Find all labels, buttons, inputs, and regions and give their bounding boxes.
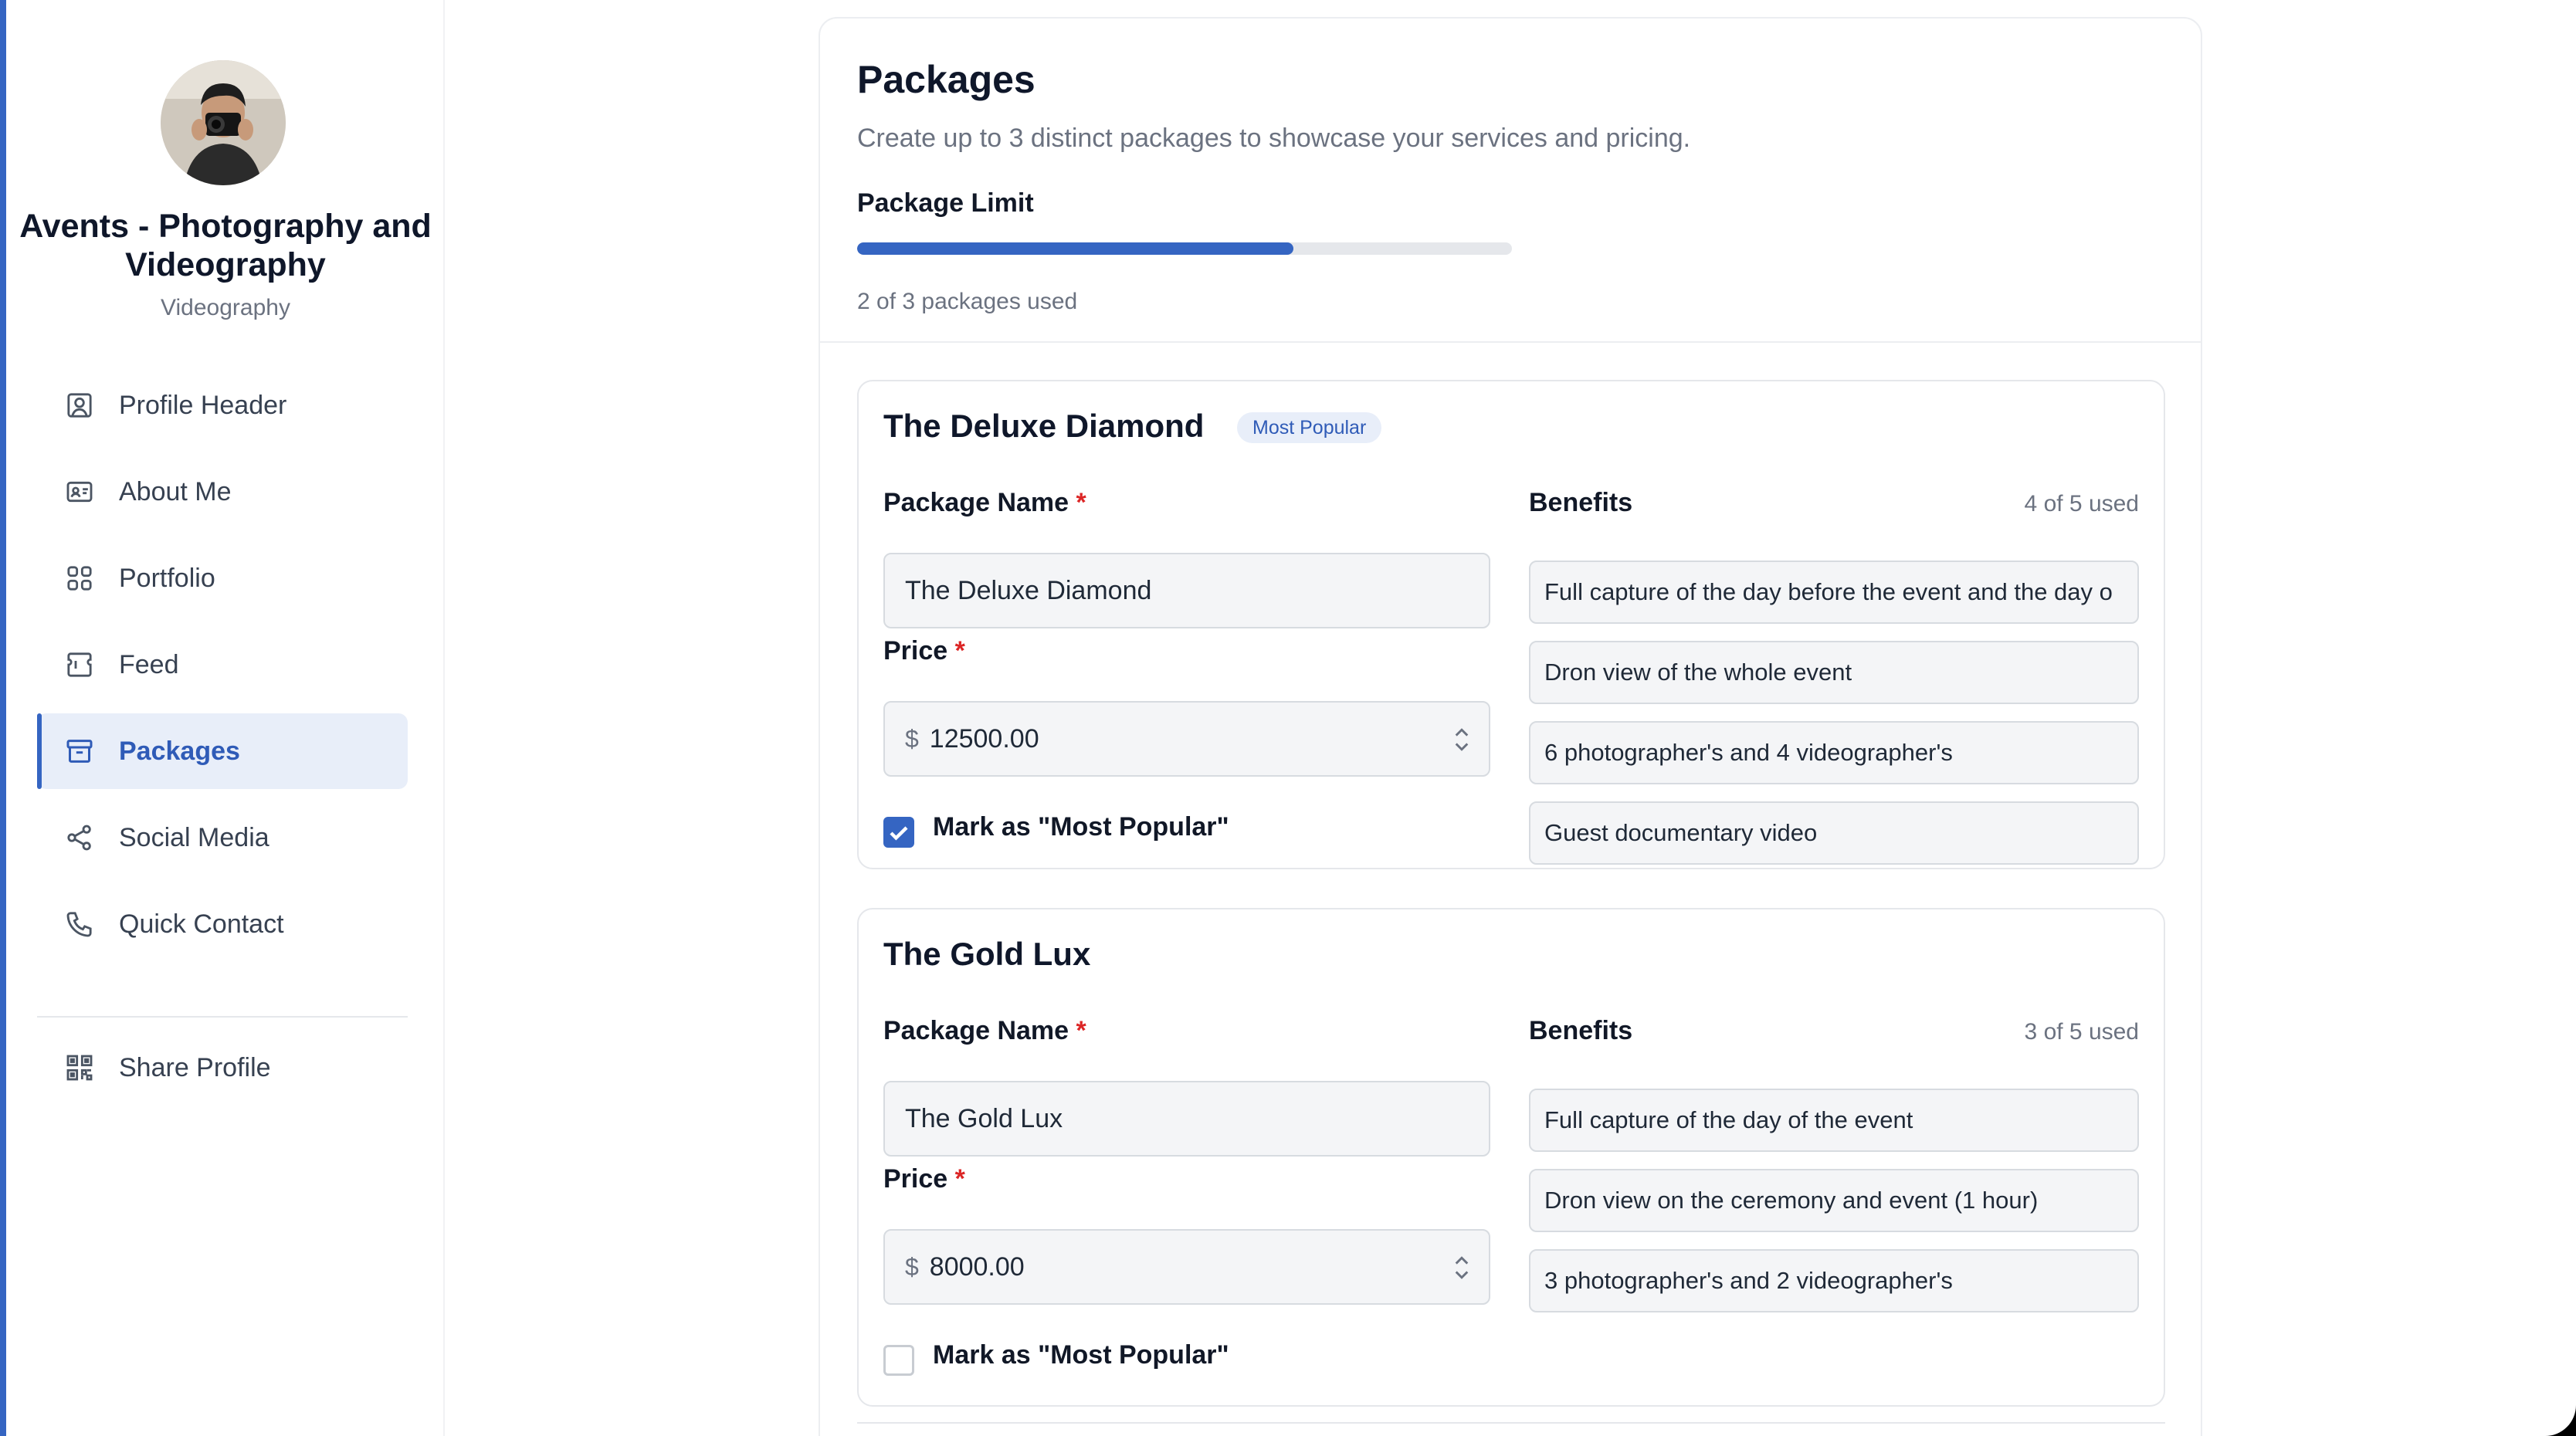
benefit-input[interactable]: 3 photographer's and 2 videographer's [1529, 1249, 2139, 1312]
avatar [161, 60, 286, 185]
required-mark: * [954, 1164, 965, 1194]
currency-symbol: $ [905, 1252, 919, 1281]
price-label-text: Price [883, 1164, 948, 1194]
package-title: The Gold Lux [883, 936, 1091, 972]
packages-card: Packages Create up to 3 distinct package… [819, 17, 2202, 1436]
benefits-count: 3 of 5 used [2024, 1019, 2139, 1045]
price-input[interactable]: $ 12500.00 [883, 701, 1490, 777]
benefit-input[interactable]: Full capture of the day of the event [1529, 1089, 2139, 1152]
required-mark: * [954, 636, 965, 666]
sidebar-nav: Profile Header About Me Portfolio Feed P… [37, 367, 408, 973]
id-card-icon [63, 476, 96, 508]
package-name-label-text: Package Name [883, 488, 1069, 517]
sidebar-item-label: Social Media [119, 822, 269, 852]
archive-box-icon [63, 735, 96, 767]
feed-icon [63, 649, 96, 681]
most-popular-badge: Most Popular [1237, 412, 1382, 443]
price-label: Price * [883, 636, 965, 666]
sidebar-item-label: Feed [119, 649, 179, 679]
package-name-input[interactable]: The Gold Lux [883, 1081, 1490, 1157]
package-title: The Deluxe Diamond [883, 408, 1205, 444]
sidebar-item-share-profile[interactable]: Share Profile [37, 1030, 408, 1106]
share-section: Share Profile [37, 1030, 408, 1116]
next-package-edge [857, 1422, 2165, 1424]
stepper-icon[interactable] [1453, 724, 1470, 755]
grid-icon [63, 562, 96, 594]
sidebar-item-quick-contact[interactable]: Quick Contact [37, 886, 408, 962]
price-label: Price * [883, 1164, 965, 1194]
page-description: Create up to 3 distinct packages to show… [857, 124, 1691, 153]
benefit-input[interactable]: Dron view on the ceremony and event (1 h… [1529, 1169, 2139, 1232]
benefit-input[interactable]: Dron view of the whole event [1529, 641, 2139, 704]
sidebar-item-feed[interactable]: Feed [37, 627, 408, 703]
phone-icon [63, 908, 96, 940]
most-popular-label: Mark as "Most Popular" [933, 812, 1229, 842]
benefits-label: Benefits [1529, 488, 1633, 517]
section-divider [820, 341, 2201, 343]
package-limit-progress [857, 242, 1512, 255]
package-limit-label: Package Limit [857, 188, 1034, 218]
package-limit-text: 2 of 3 packages used [857, 289, 1078, 314]
price-value: 12500.00 [929, 723, 1039, 754]
package-name-label: Package Name * [883, 488, 1086, 518]
qr-code-icon [63, 1052, 96, 1084]
sidebar-item-social-media[interactable]: Social Media [37, 800, 408, 875]
package-card: The Deluxe Diamond Most Popular Package … [857, 380, 2165, 869]
benefits-label: Benefits [1529, 1016, 1633, 1045]
user-square-icon [63, 389, 96, 422]
window-edge [0, 0, 6, 1436]
price-label-text: Price [883, 636, 948, 666]
stepper-icon[interactable] [1453, 1252, 1470, 1283]
price-input[interactable]: $ 8000.00 [883, 1229, 1490, 1305]
profile-name: Avents - Photography and Videography [19, 208, 432, 283]
benefit-input[interactable]: Guest documentary video [1529, 801, 2139, 865]
check-icon [890, 826, 908, 841]
avatar-photo [161, 60, 286, 185]
sidebar-item-label: Portfolio [119, 563, 215, 593]
package-name-input[interactable]: The Deluxe Diamond [883, 553, 1490, 628]
sidebar-item-label: About Me [119, 476, 232, 506]
page-title: Packages [857, 58, 1035, 101]
sidebar-item-label: Quick Contact [119, 909, 284, 939]
benefits-count: 4 of 5 used [2024, 491, 2139, 516]
window-corner [2545, 1405, 2576, 1436]
currency-symbol: $ [905, 724, 919, 753]
sidebar-item-label: Share Profile [119, 1052, 271, 1082]
benefit-input[interactable]: 6 photographer's and 4 videographer's [1529, 721, 2139, 784]
sidebar: Avents - Photography and Videography Vid… [6, 0, 445, 1436]
required-mark: * [1076, 1016, 1086, 1045]
benefit-input[interactable]: Full capture of the day before the event… [1529, 561, 2139, 624]
package-name-label-text: Package Name [883, 1016, 1069, 1045]
sidebar-item-packages[interactable]: Packages [37, 713, 408, 789]
most-popular-checkbox[interactable] [883, 817, 914, 848]
package-name-label: Package Name * [883, 1016, 1086, 1046]
sidebar-item-profile-header[interactable]: Profile Header [37, 367, 408, 443]
sidebar-item-portfolio[interactable]: Portfolio [37, 540, 408, 616]
sidebar-item-about-me[interactable]: About Me [37, 454, 408, 530]
package-limit-progress-fill [857, 242, 1294, 255]
most-popular-checkbox[interactable] [883, 1345, 914, 1376]
sidebar-item-label: Profile Header [119, 390, 287, 420]
package-card: The Gold Lux Package Name * The Gold Lux… [857, 908, 2165, 1407]
profile-category: Videography [161, 295, 290, 320]
window-corner-inner [2545, 1405, 2576, 1436]
sidebar-divider [37, 1016, 408, 1018]
required-mark: * [1076, 488, 1086, 517]
share-nodes-icon [63, 821, 96, 854]
sidebar-item-label: Packages [119, 736, 240, 766]
price-value: 8000.00 [929, 1251, 1025, 1282]
most-popular-label: Mark as "Most Popular" [933, 1340, 1229, 1370]
